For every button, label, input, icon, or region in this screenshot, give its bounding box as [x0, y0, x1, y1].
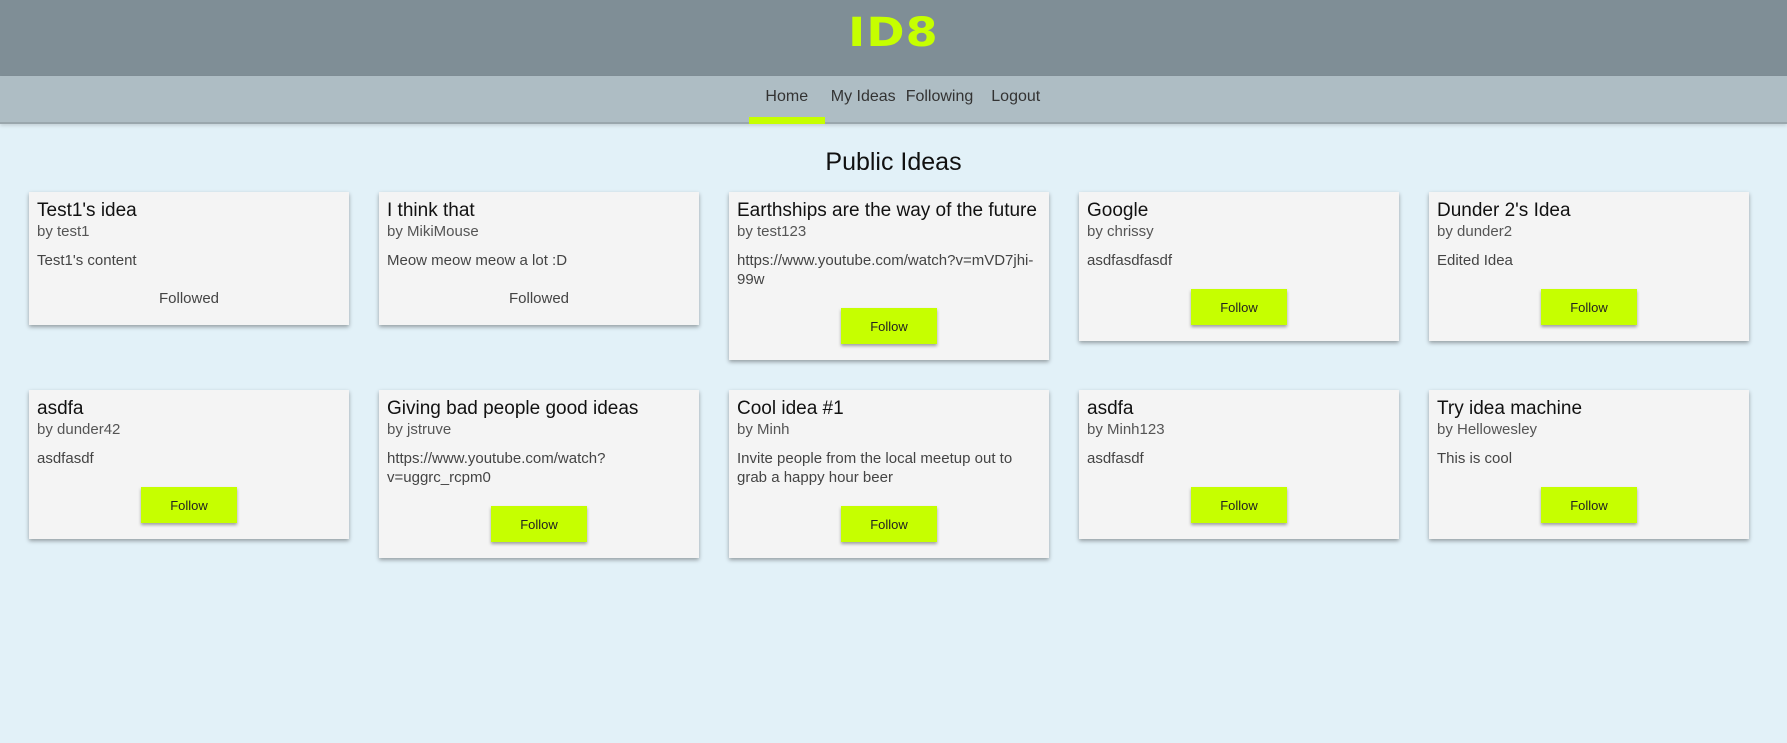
follow-button-wrap: Follow: [1437, 487, 1741, 523]
idea-card: asdfa by Minh123 asdfasdf Follow: [1079, 390, 1399, 539]
nav-item-following[interactable]: Following: [902, 76, 982, 122]
nav-item-logout[interactable]: Logout: [981, 76, 1048, 122]
page-title: Public Ideas: [825, 148, 962, 176]
idea-author: by jstruve: [387, 421, 452, 438]
follow-button-wrap: Follow: [387, 506, 691, 542]
idea-content: Test1's content: [37, 252, 137, 269]
idea-author: by Minh: [737, 421, 790, 438]
nav-item-my-ideas[interactable]: My Ideas: [825, 76, 902, 122]
idea-card: Dunder 2's Idea by dunder2 Edited Idea F…: [1429, 192, 1749, 341]
idea-author: by dunder2: [1437, 223, 1513, 240]
idea-title: Dunder 2's Idea: [1437, 200, 1571, 221]
idea-title: Earthships are the way of the future: [737, 200, 1037, 221]
app-logo[interactable]: ID8: [848, 10, 939, 56]
nav-item-home[interactable]: Home: [748, 76, 825, 124]
idea-title: asdfa: [37, 398, 84, 419]
idea-title: Cool idea #1: [737, 398, 844, 419]
idea-author: by MikiMouse: [387, 223, 479, 240]
idea-card: Try idea machine by Hellowesley This is …: [1429, 390, 1749, 539]
idea-title: Giving bad people good ideas: [387, 398, 639, 419]
follow-button-wrap: Follow: [1087, 487, 1391, 523]
idea-title: Try idea machine: [1437, 398, 1583, 419]
idea-card: Test1's idea by test1 Test1's content Fo…: [29, 192, 349, 325]
follow-button[interactable]: Follow: [841, 506, 937, 542]
follow-button[interactable]: Follow: [491, 506, 587, 542]
idea-card: Earthships are the way of the future by …: [729, 192, 1049, 360]
idea-content: Invite people from the local meetup out …: [737, 450, 1013, 486]
idea-author: by test123: [737, 223, 807, 240]
follow-button[interactable]: Follow: [1541, 487, 1637, 523]
idea-content: This is cool: [1437, 450, 1513, 467]
idea-author: by test1: [37, 223, 90, 240]
idea-title: Google: [1087, 200, 1149, 221]
ideas-grid: Test1's idea by test1 Test1's content Fo…: [0, 192, 1787, 558]
idea-card: Cool idea #1 by Minh Invite people from …: [729, 390, 1049, 558]
idea-card: I think that by MikiMouse Meow meow meow…: [379, 192, 699, 325]
idea-content: https://www.youtube.com/watch?v=uggrc_rc…: [387, 450, 606, 486]
app-header: ID8: [0, 0, 1787, 76]
follow-button-wrap: Follow: [737, 308, 1041, 344]
followed-status: Followed: [508, 290, 570, 307]
idea-content: asdfasdfasdf: [1087, 252, 1173, 269]
idea-author: by Hellowesley: [1437, 421, 1538, 438]
idea-title: I think that: [387, 200, 475, 221]
idea-card: Giving bad people good ideas by jstruve …: [379, 390, 699, 558]
idea-card: asdfa by dunder42 asdfasdf Follow: [29, 390, 349, 539]
idea-card: Google by chrissy asdfasdfasdf Follow: [1079, 192, 1399, 341]
nav-items: Home My Ideas Following Logout: [748, 76, 1048, 124]
idea-author: by dunder42: [37, 421, 121, 438]
follow-button[interactable]: Follow: [1191, 289, 1287, 325]
idea-content: asdfasdf: [37, 450, 94, 467]
follow-button-wrap: Follow: [1087, 289, 1391, 325]
idea-content: https://www.youtube.com/watch?v=mVD7jhi-…: [737, 252, 1034, 288]
idea-content: asdfasdf: [1087, 450, 1144, 467]
idea-author: by Minh123: [1087, 421, 1165, 438]
main-nav: Home My Ideas Following Logout: [0, 76, 1787, 124]
follow-button[interactable]: Follow: [1191, 487, 1287, 523]
idea-author: by chrissy: [1087, 223, 1154, 240]
idea-content: Edited Idea: [1437, 252, 1513, 269]
follow-button-wrap: Follow: [737, 506, 1041, 542]
follow-button[interactable]: Follow: [1541, 289, 1637, 325]
follow-button[interactable]: Follow: [841, 308, 937, 344]
idea-content: Meow meow meow a lot :D: [387, 252, 568, 269]
follow-button[interactable]: Follow: [141, 487, 237, 523]
idea-title: Test1's idea: [37, 200, 137, 221]
follow-button-wrap: Follow: [37, 487, 341, 523]
followed-status: Followed: [158, 290, 220, 307]
idea-title: asdfa: [1087, 398, 1134, 419]
follow-button-wrap: Follow: [1437, 289, 1741, 325]
